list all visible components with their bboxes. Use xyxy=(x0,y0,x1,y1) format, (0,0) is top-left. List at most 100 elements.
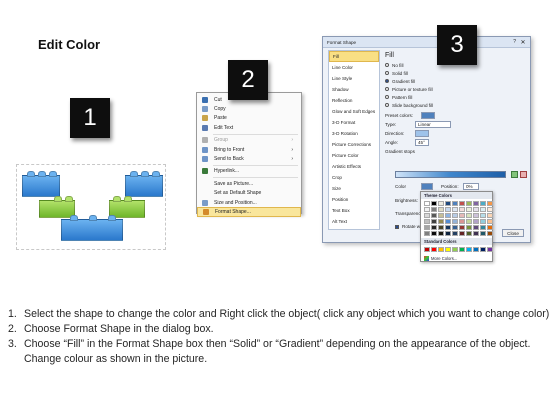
menu-item-set-as-default-shape[interactable]: Set as Default Shape xyxy=(197,189,301,198)
radio-button[interactable] xyxy=(385,95,389,99)
radio-button[interactable] xyxy=(385,79,389,83)
standard-color-swatch[interactable] xyxy=(438,247,444,252)
standard-color-swatch[interactable] xyxy=(445,247,451,252)
nav-item-glow-and-soft-edges[interactable]: Glow and Soft Edges xyxy=(329,106,379,117)
blue-brick-left[interactable] xyxy=(22,171,60,197)
color-swatch[interactable] xyxy=(438,213,444,218)
color-swatch[interactable] xyxy=(424,213,430,218)
color-swatch[interactable] xyxy=(431,207,437,212)
gradient-slider[interactable] xyxy=(395,171,506,178)
menu-item-send-to-back[interactable]: Send to Back › xyxy=(197,154,301,163)
color-swatch[interactable] xyxy=(445,201,451,206)
color-swatch[interactable] xyxy=(424,231,430,236)
fill-option-gradient-fill[interactable]: Gradient fill xyxy=(385,77,527,85)
fill-option-pattern-fill[interactable]: Pattern fill xyxy=(385,93,527,101)
menu-item-edit-text[interactable]: Edit Text xyxy=(197,123,301,132)
nav-item-line-color[interactable]: Line Color xyxy=(329,62,379,73)
color-swatch[interactable] xyxy=(438,231,444,236)
color-swatch[interactable] xyxy=(431,231,437,236)
color-swatch[interactable] xyxy=(480,231,486,236)
nav-item-size[interactable]: Size xyxy=(329,183,379,194)
nav-item-crop[interactable]: Crop xyxy=(329,172,379,183)
color-swatch[interactable] xyxy=(445,219,451,224)
type-dropdown[interactable]: Linear xyxy=(415,121,451,128)
direction-dropdown[interactable] xyxy=(415,130,429,137)
color-swatch[interactable] xyxy=(445,225,451,230)
color-swatch[interactable] xyxy=(459,231,465,236)
close-icon[interactable]: ✕ xyxy=(519,38,527,46)
color-swatch[interactable] xyxy=(459,213,465,218)
nav-item-3-d-format[interactable]: 3-D Format xyxy=(329,117,379,128)
nav-item-3-d-rotation[interactable]: 3-D Rotation xyxy=(329,128,379,139)
rotate-checkbox[interactable] xyxy=(395,224,399,229)
nav-item-alt-text[interactable]: Alt Text xyxy=(329,216,379,227)
color-swatch[interactable] xyxy=(452,225,458,230)
nav-item-shadow[interactable]: Shadow xyxy=(329,84,379,95)
remove-stop-icon[interactable] xyxy=(520,171,527,178)
color-swatch[interactable] xyxy=(480,213,486,218)
color-swatch[interactable] xyxy=(452,201,458,206)
color-swatch[interactable] xyxy=(466,225,472,230)
color-swatch[interactable] xyxy=(487,207,493,212)
color-swatch[interactable] xyxy=(438,225,444,230)
fill-option-picture-or-texture-fill[interactable]: Picture or texture fill xyxy=(385,85,527,93)
more-colors-item[interactable]: More Colors... xyxy=(421,254,492,262)
preset-colors-dropdown[interactable] xyxy=(421,112,435,119)
color-swatch[interactable] xyxy=(445,213,451,218)
position-input[interactable]: 0% xyxy=(463,183,479,190)
color-swatch[interactable] xyxy=(452,231,458,236)
color-swatch[interactable] xyxy=(452,207,458,212)
color-swatch[interactable] xyxy=(459,201,465,206)
color-swatch[interactable] xyxy=(487,225,493,230)
standard-color-swatch[interactable] xyxy=(431,247,437,252)
color-swatch[interactable] xyxy=(473,231,479,236)
radio-button[interactable] xyxy=(385,87,389,91)
color-swatch[interactable] xyxy=(424,201,430,206)
menu-item-save-as-picture[interactable]: Save as Picture... xyxy=(197,179,301,188)
standard-color-swatch[interactable] xyxy=(473,247,479,252)
color-swatch[interactable] xyxy=(480,207,486,212)
fill-option-solid-fill[interactable]: Solid fill xyxy=(385,69,527,77)
color-swatch[interactable] xyxy=(459,225,465,230)
standard-color-swatch[interactable] xyxy=(487,247,493,252)
nav-item-artistic-effects[interactable]: Artistic Effects xyxy=(329,161,379,172)
standard-color-swatch[interactable] xyxy=(459,247,465,252)
color-swatch[interactable] xyxy=(473,219,479,224)
standard-color-swatch[interactable] xyxy=(424,247,430,252)
color-swatch[interactable] xyxy=(473,201,479,206)
menu-item-bring-to-front[interactable]: Bring to Front › xyxy=(197,145,301,154)
color-swatch[interactable] xyxy=(466,201,472,206)
add-stop-icon[interactable] xyxy=(511,171,518,178)
radio-button[interactable] xyxy=(385,63,389,67)
nav-item-reflection[interactable]: Reflection xyxy=(329,95,379,106)
color-swatch[interactable] xyxy=(466,207,472,212)
color-swatch[interactable] xyxy=(487,219,493,224)
menu-item-format-shape[interactable]: Format Shape... xyxy=(197,207,301,217)
color-swatch[interactable] xyxy=(487,213,493,218)
help-icon[interactable]: ? xyxy=(513,39,516,45)
color-swatch[interactable] xyxy=(466,219,472,224)
color-swatch[interactable] xyxy=(473,225,479,230)
color-swatch[interactable] xyxy=(431,225,437,230)
nav-item-picture-corrections[interactable]: Picture Corrections xyxy=(329,139,379,150)
nav-item-fill[interactable]: Fill xyxy=(329,51,379,62)
color-swatch[interactable] xyxy=(459,207,465,212)
color-swatch[interactable] xyxy=(424,225,430,230)
color-swatch[interactable] xyxy=(452,213,458,218)
menu-item-size-and-position[interactable]: Size and Position... xyxy=(197,198,301,207)
color-swatch[interactable] xyxy=(431,213,437,218)
blue-brick-right[interactable] xyxy=(125,171,163,197)
lego-bricks-shape[interactable] xyxy=(16,164,166,250)
color-swatch[interactable] xyxy=(438,201,444,206)
color-swatch[interactable] xyxy=(438,219,444,224)
color-swatch[interactable] xyxy=(466,231,472,236)
menu-item-copy[interactable]: Copy xyxy=(197,104,301,113)
standard-color-swatch[interactable] xyxy=(466,247,472,252)
angle-input[interactable]: 45° xyxy=(415,139,429,146)
color-swatch[interactable] xyxy=(424,219,430,224)
color-swatch[interactable] xyxy=(487,201,493,206)
color-dropdown[interactable] xyxy=(421,183,433,190)
menu-item-paste[interactable]: Paste xyxy=(197,114,301,123)
nav-item-position[interactable]: Position xyxy=(329,194,379,205)
color-swatch[interactable] xyxy=(459,219,465,224)
